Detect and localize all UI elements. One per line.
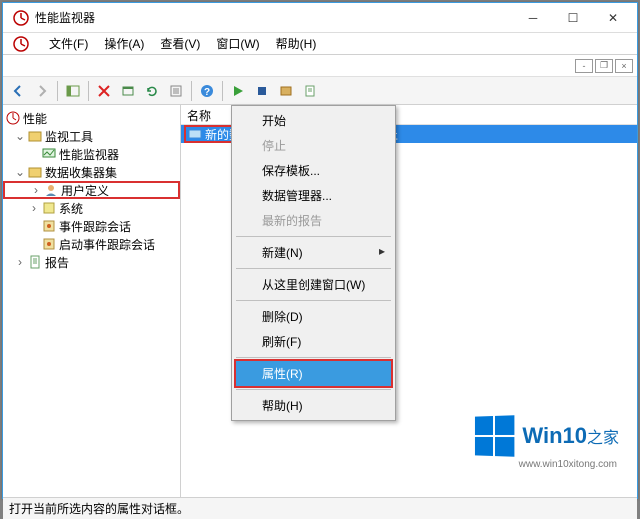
perf-icon [5, 110, 21, 126]
collector-icon [187, 126, 203, 142]
column-status[interactable]: 状态 [356, 105, 637, 124]
tree-root[interactable]: 性能 [3, 109, 180, 127]
mdi-restore-button[interactable]: ❐ [595, 59, 613, 73]
separator [236, 300, 391, 301]
mdi-controls: - ❐ × [3, 55, 637, 77]
stop-button[interactable] [251, 80, 273, 102]
expand-icon[interactable]: › [13, 255, 27, 269]
context-menu: 开始 停止 保存模板... 数据管理器... 最新的报告 新建(N) 从这里创建… [231, 105, 396, 421]
properties-button[interactable] [165, 80, 187, 102]
window-button[interactable] [117, 80, 139, 102]
tree-label: 性能监视器 [59, 146, 119, 163]
event-icon [41, 236, 57, 252]
titlebar: 性能监视器 ─ ☐ ✕ [3, 3, 637, 33]
status-text: 打开当前所选内容的属性对话框。 [9, 500, 189, 517]
tree-system[interactable]: › 系统 [3, 199, 180, 217]
report-icon [27, 254, 43, 270]
menu-help[interactable]: 帮助(H) [268, 32, 325, 55]
event-icon [41, 218, 57, 234]
close-button[interactable]: ✕ [593, 3, 633, 33]
delete-button[interactable] [93, 80, 115, 102]
window-controls: ─ ☐ ✕ [513, 3, 633, 32]
menu-view[interactable]: 查看(V) [152, 32, 208, 55]
tree-perf-monitor[interactable]: 性能监视器 [3, 145, 180, 163]
ctx-stop: 停止 [234, 133, 393, 158]
ctx-properties[interactable]: 属性(R) [234, 359, 393, 388]
maximize-button[interactable]: ☐ [553, 3, 593, 33]
tree-event-trace[interactable]: 事件跟踪会话 [3, 217, 180, 235]
tree-label: 系统 [59, 200, 83, 217]
start-button[interactable] [227, 80, 249, 102]
monitor-icon [41, 146, 57, 162]
ctx-delete[interactable]: 删除(D) [234, 304, 393, 329]
show-hide-tree-button[interactable] [62, 80, 84, 102]
list-item-status: 已停止 [356, 126, 637, 143]
ctx-new[interactable]: 新建(N) [234, 240, 393, 265]
watermark-url: www.win10xitong.com [519, 459, 617, 470]
back-button[interactable] [7, 80, 29, 102]
window-title: 性能监视器 [35, 9, 513, 26]
separator [236, 389, 391, 390]
data-button[interactable] [275, 80, 297, 102]
app-icon-small [13, 36, 29, 52]
ctx-save-template[interactable]: 保存模板... [234, 158, 393, 183]
ctx-start[interactable]: 开始 [234, 108, 393, 133]
toolbar: ? [3, 77, 637, 105]
separator [88, 81, 89, 101]
expand-icon[interactable]: ⌄ [13, 165, 27, 179]
minimize-button[interactable]: ─ [513, 3, 553, 33]
ctx-create-window[interactable]: 从这里创建窗口(W) [234, 272, 393, 297]
tree-label: 监视工具 [45, 128, 93, 145]
tree-monitor-tools[interactable]: ⌄ 监视工具 [3, 127, 180, 145]
help-button[interactable]: ? [196, 80, 218, 102]
separator [57, 81, 58, 101]
ctx-data-manager[interactable]: 数据管理器... [234, 183, 393, 208]
folder-icon [27, 128, 43, 144]
tree-label: 性能 [23, 110, 47, 127]
tree-start-event-trace[interactable]: 启动事件跟踪会话 [3, 235, 180, 253]
menu-action[interactable]: 操作(A) [96, 32, 152, 55]
statusbar: 打开当前所选内容的属性对话框。 [3, 497, 637, 519]
tree-label: 报告 [45, 254, 69, 271]
app-window: 性能监视器 ─ ☐ ✕ 文件(F) 操作(A) 查看(V) 窗口(W) 帮助(H… [2, 2, 638, 499]
menu-file[interactable]: 文件(F) [41, 32, 96, 55]
expand-icon[interactable]: › [27, 201, 41, 215]
ctx-refresh[interactable]: 刷新(F) [234, 329, 393, 354]
menubar: 文件(F) 操作(A) 查看(V) 窗口(W) 帮助(H) [3, 33, 637, 55]
tree-reports[interactable]: › 报告 [3, 253, 180, 271]
svg-text:?: ? [204, 87, 210, 98]
menu-window[interactable]: 窗口(W) [208, 32, 267, 55]
tree-label: 事件跟踪会话 [59, 218, 131, 235]
refresh-button[interactable] [141, 80, 163, 102]
expand-icon[interactable]: ⌄ [13, 129, 27, 143]
system-icon [41, 200, 57, 216]
folder-icon [27, 164, 43, 180]
separator [236, 357, 391, 358]
separator [191, 81, 192, 101]
tree-user-defined[interactable]: › 用户定义 [3, 181, 180, 199]
ctx-latest-report: 最新的报告 [234, 208, 393, 233]
expand-icon[interactable]: › [29, 183, 43, 197]
tree-label: 用户定义 [61, 182, 109, 199]
ctx-help[interactable]: 帮助(H) [234, 393, 393, 418]
tree-label: 数据收集器集 [45, 164, 117, 181]
tree-panel: 性能 ⌄ 监视工具 性能监视器 ⌄ 数据收集器集 › 用户定义 [3, 105, 181, 497]
separator [236, 236, 391, 237]
user-icon [43, 182, 59, 198]
separator [236, 268, 391, 269]
forward-button[interactable] [31, 80, 53, 102]
tree-label: 启动事件跟踪会话 [59, 236, 155, 253]
mdi-close-button[interactable]: × [615, 59, 633, 73]
report-button[interactable] [299, 80, 321, 102]
mdi-minimize-button[interactable]: - [575, 59, 593, 73]
separator [222, 81, 223, 101]
app-icon [13, 10, 29, 26]
tree-data-sets[interactable]: ⌄ 数据收集器集 [3, 163, 180, 181]
